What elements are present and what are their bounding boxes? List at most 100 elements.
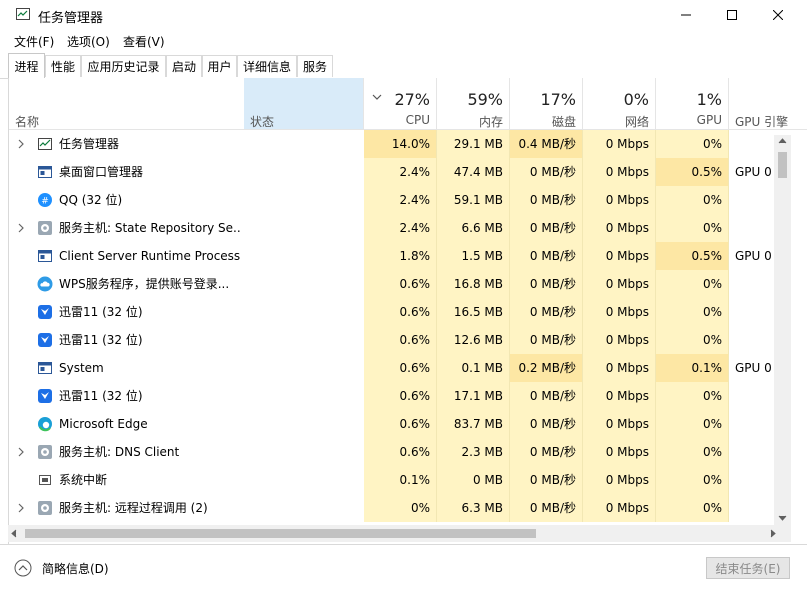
process-row[interactable]: 桌面窗口管理器 2.4% 47.4 MB 0 MB/秒 0 Mbps 0.5% GPU 0 … (9, 158, 807, 186)
process-row[interactable]: 服务主机: State Repository Se... 2.4% 6.6 MB 0 … (9, 214, 807, 242)
status-cell (244, 494, 364, 522)
process-row[interactable]: 迅雷11 (32 位) 0.6% 12.6 MB 0 MB/秒 0 Mbps 0% (9, 326, 807, 354)
disk-cell: 0 MB/秒 (510, 382, 583, 410)
gpu-engine-cell (729, 466, 775, 494)
network-cell: 0 Mbps (583, 382, 656, 410)
scroll-down-icon[interactable] (778, 515, 787, 521)
menu-options[interactable]: 选项(O) (67, 33, 110, 50)
process-row[interactable]: 任务管理器 14.0% 29.1 MB 0.4 MB/秒 0 Mbps 0% (9, 130, 807, 158)
column-header-disk[interactable]: 17% 磁盘 (510, 78, 583, 130)
tab-users[interactable]: 用户 (202, 55, 237, 77)
process-row[interactable]: 服务主机: 远程过程调用 (2) 0% 6.3 MB 0 MB/秒 0 Mbps 0% (9, 494, 807, 522)
memory-cell: 6.6 MB (437, 214, 510, 242)
fewer-details-button[interactable]: 简略信息(D) (14, 559, 109, 577)
process-name: 系统中断 (59, 473, 108, 487)
column-header-cpu[interactable]: 27% CPU (364, 78, 437, 130)
close-button[interactable] (755, 0, 801, 30)
process-row[interactable]: Microsoft Edge 0.6% 83.7 MB 0 MB/秒 0 Mbps 0% (9, 410, 807, 438)
process-name: 迅雷11 (32 位) (59, 333, 143, 347)
process-name-cell: 系统中断 (9, 466, 244, 494)
gpu-engine-cell (729, 214, 775, 242)
memory-cell: 83.7 MB (437, 410, 510, 438)
column-header-memory[interactable]: 59% 内存 (437, 78, 510, 130)
gpu-cell: 0% (656, 298, 729, 326)
gpu-cell: 0% (656, 494, 729, 522)
tab-app-history[interactable]: 应用历史记录 (81, 55, 166, 77)
process-row[interactable]: Client Server Runtime Process 1.8% 1.5 MB 0… (9, 242, 807, 270)
memory-cell: 12.6 MB (437, 326, 510, 354)
status-cell (244, 242, 364, 270)
disk-cell: 0 MB/秒 (510, 158, 583, 186)
scroll-right-icon[interactable] (770, 529, 776, 538)
expand-chevron-icon[interactable] (17, 214, 27, 242)
status-cell (244, 270, 364, 298)
menu-file[interactable]: 文件(F) (14, 33, 54, 50)
gpu-engine-cell: GPU 0 - (735, 361, 775, 375)
gpu-cell: 0% (656, 130, 729, 158)
expand-chevron-icon[interactable] (17, 494, 27, 522)
tab-performance[interactable]: 性能 (45, 55, 81, 77)
column-header-gpu[interactable]: 1% GPU (656, 78, 729, 130)
network-cell: 0 Mbps (583, 158, 656, 186)
network-cell: 0 Mbps (583, 326, 656, 354)
process-name: 任务管理器 (59, 137, 120, 151)
column-header-network[interactable]: 0% 网络 (583, 78, 656, 130)
scroll-left-icon[interactable] (11, 529, 17, 538)
process-row[interactable]: 服务主机: DNS Client 0.6% 2.3 MB 0 MB/秒 0 Mbps 0% (9, 438, 807, 466)
gpu-engine-cell (729, 298, 775, 326)
end-task-button[interactable]: 结束任务(E) (706, 557, 790, 579)
menu-view[interactable]: 查看(V) (123, 33, 165, 50)
cpu-cell: 0.6% (364, 382, 437, 410)
process-row[interactable]: System 0.6% 0.1 MB 0.2 MB/秒 0 Mbps 0.1% GPU 0 … (9, 354, 807, 382)
process-name: Client Server Runtime Process (59, 249, 241, 263)
tab-details[interactable]: 详细信息 (237, 55, 297, 77)
minimize-button[interactable] (663, 0, 709, 30)
process-row[interactable]: 迅雷11 (32 位) 0.6% 16.5 MB 0 MB/秒 0 Mbps 0% (9, 298, 807, 326)
process-row[interactable]: # QQ (32 位) 2.4% 59.1 MB 0 MB/秒 0 Mbps 0% (9, 186, 807, 214)
expand-chevron-icon[interactable] (17, 438, 27, 466)
cpu-cell: 0.6% (364, 270, 437, 298)
chip-icon (39, 475, 51, 485)
column-header-status[interactable]: 状态 (244, 78, 364, 130)
status-cell (244, 382, 364, 410)
gpu-cell: 0% (656, 382, 729, 410)
process-row[interactable]: 系统中断 0.1% 0 MB 0 MB/秒 0 Mbps 0% (9, 466, 807, 494)
gpu-cell: 0% (656, 270, 729, 298)
cpu-cell: 0.6% (364, 326, 437, 354)
status-cell (244, 354, 364, 382)
vertical-scrollbar[interactable] (774, 135, 791, 525)
disk-cell: 0 MB/秒 (510, 466, 583, 494)
disk-cell: 0 MB/秒 (510, 438, 583, 466)
gpu-cell: 0% (656, 466, 729, 494)
expand-chevron-icon[interactable] (17, 130, 27, 158)
memory-cell: 0.1 MB (437, 354, 510, 382)
column-header-name[interactable]: 名称 (9, 78, 244, 130)
network-cell: 0 Mbps (583, 186, 656, 214)
gpu-cell: 0% (656, 438, 729, 466)
tab-startup[interactable]: 启动 (166, 55, 202, 77)
horizontal-scrollbar[interactable] (8, 525, 791, 542)
horizontal-scroll-thumb[interactable] (25, 529, 536, 538)
tab-bar: 进程 性能 应用历史记录 启动 用户 详细信息 服务 (0, 52, 807, 79)
cpu-cell: 0.6% (364, 298, 437, 326)
cpu-cell: 2.4% (364, 186, 437, 214)
vertical-scroll-thumb[interactable] (778, 152, 787, 178)
process-name: 迅雷11 (32 位) (59, 389, 143, 403)
maximize-button[interactable] (709, 0, 755, 30)
gear-icon (38, 221, 52, 235)
process-name: 服务主机: DNS Client (59, 445, 180, 459)
process-name-cell: 迅雷11 (32 位) (9, 298, 244, 326)
scroll-up-icon[interactable] (778, 138, 787, 144)
process-name-cell: Microsoft Edge (9, 410, 244, 438)
process-name: Microsoft Edge (59, 417, 148, 431)
cpu-cell: 0.6% (364, 354, 437, 382)
cpu-cell: 2.4% (364, 158, 437, 186)
gpu-cell: 0% (656, 410, 729, 438)
column-header-gpu-engine[interactable]: GPU 引擎 (729, 78, 807, 130)
taskmgr-icon (16, 8, 30, 20)
thunder-icon (38, 333, 52, 347)
tab-processes[interactable]: 进程 (8, 53, 45, 78)
tab-services[interactable]: 服务 (297, 55, 333, 77)
process-row[interactable]: 迅雷11 (32 位) 0.6% 17.1 MB 0 MB/秒 0 Mbps 0% (9, 382, 807, 410)
process-row[interactable]: WPS服务程序，提供账号登录... 0.6% 16.8 MB 0 MB/秒 0 Mbps… (9, 270, 807, 298)
